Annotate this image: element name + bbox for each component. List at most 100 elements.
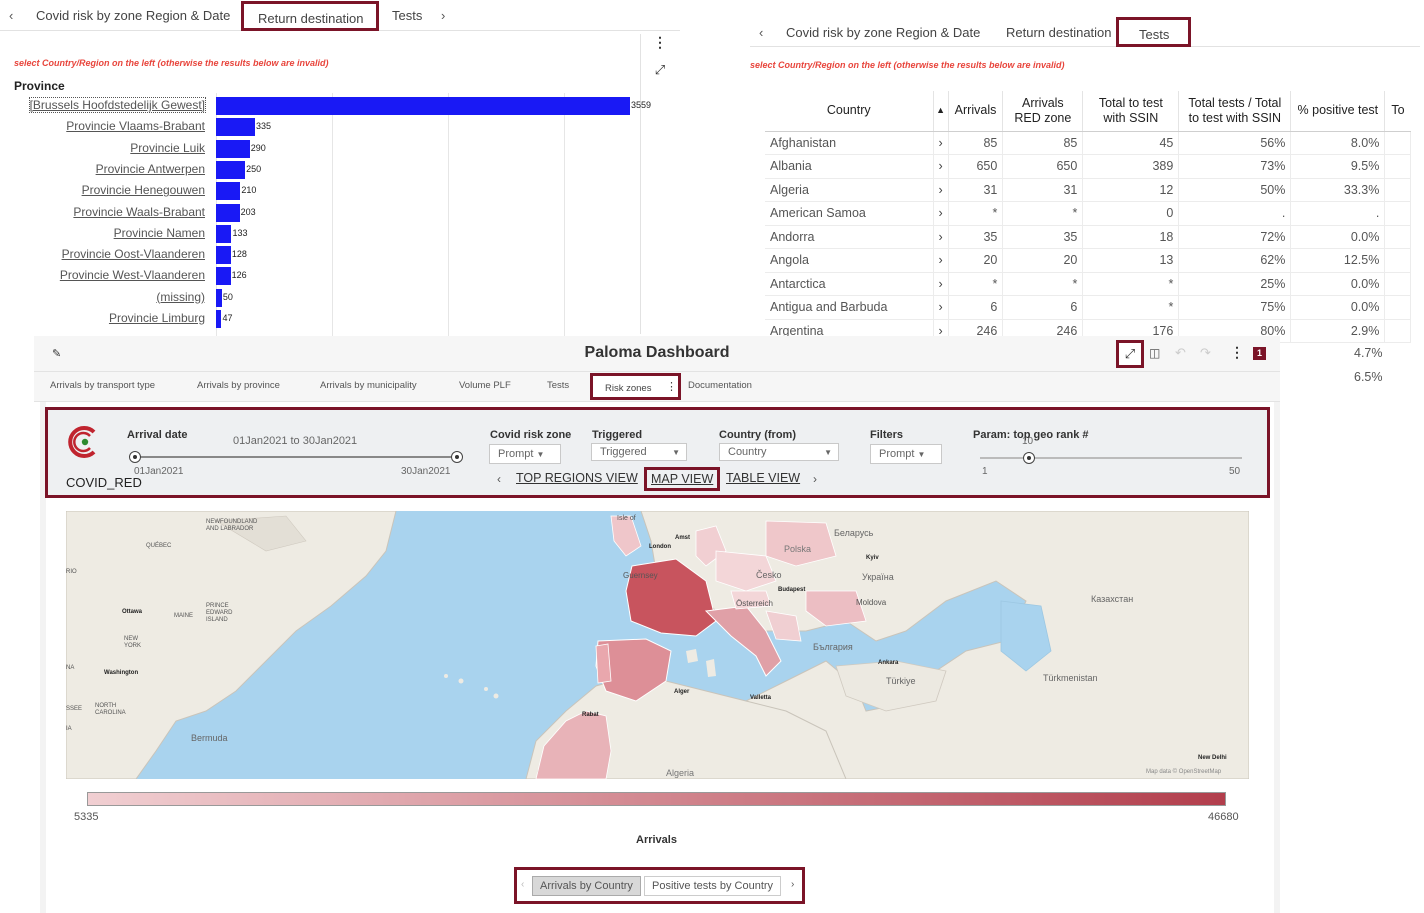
maximize-icon[interactable]: ⤢: [1116, 340, 1144, 368]
more-options-icon[interactable]: ⋮: [651, 34, 669, 56]
bar[interactable]: [216, 139, 250, 158]
tab-documentation[interactable]: Documentation: [688, 380, 752, 391]
btn-positive-tests-by-country[interactable]: Positive tests by Country: [644, 876, 782, 896]
table-row[interactable]: Angola › 20 20 13 62% 12.5%: [765, 248, 1412, 273]
arrivals-red-cell: 31: [1002, 178, 1084, 202]
category-label[interactable]: Provincie Oost-Vlaanderen: [62, 247, 205, 261]
risk-zone-select[interactable]: Prompt ▼: [489, 444, 561, 464]
view-top-regions[interactable]: TOP REGIONS VIEW: [516, 471, 638, 485]
table-row[interactable]: Antigua and Barbuda › 6 6 * 75% 0.0%: [765, 295, 1412, 320]
table-row[interactable]: Antarctica › * * * 25% 0.0%: [765, 272, 1412, 296]
bar[interactable]: [216, 97, 630, 115]
left-tab-tests[interactable]: Tests: [392, 8, 422, 23]
chevron-right-icon[interactable]: ›: [933, 154, 949, 179]
table-row[interactable]: Algeria › 31 31 12 50% 33.3%: [765, 178, 1412, 202]
country-cell: Antarctica: [765, 272, 934, 296]
chevron-right-icon[interactable]: ›: [933, 295, 949, 320]
footer-next-icon[interactable]: ›: [791, 879, 794, 890]
category-label[interactable]: [Brussels Hoofdstedelijk Gewest]: [28, 97, 207, 113]
category-label[interactable]: Provincie Waals-Brabant: [73, 205, 205, 219]
category-label[interactable]: Provincie Luik: [130, 141, 205, 155]
bar[interactable]: [216, 182, 241, 201]
right-tab-covid-risk[interactable]: Covid risk by zone Region & Date: [786, 25, 980, 40]
chevron-right-icon[interactable]: ›: [933, 131, 949, 155]
filters-value: Prompt: [879, 448, 915, 460]
chevron-right-icon[interactable]: ›: [933, 225, 949, 249]
table-row[interactable]: American Samoa › * * 0..: [765, 201, 1412, 226]
panel-toggle-icon[interactable]: ◫: [1149, 346, 1160, 360]
undo-icon[interactable]: ↶: [1175, 345, 1186, 361]
bar[interactable]: [216, 224, 232, 243]
category-label[interactable]: Provincie Limburg: [109, 311, 205, 325]
category-label[interactable]: Provincie Henegouwen: [82, 183, 205, 197]
category-label[interactable]: Provincie Vlaams-Brabant: [66, 119, 205, 133]
bar[interactable]: [216, 267, 231, 286]
col-country[interactable]: Country: [765, 91, 934, 132]
chevron-right-icon[interactable]: ›: [933, 178, 949, 202]
tab-arrivals-province[interactable]: Arrivals by province: [197, 380, 280, 391]
date-slider-end-knob[interactable]: [451, 451, 463, 463]
date-slider-track[interactable]: [135, 456, 457, 458]
notification-badge[interactable]: 1: [1253, 347, 1266, 360]
view-next-icon[interactable]: ›: [813, 472, 817, 486]
sort-asc-icon[interactable]: ▲: [933, 91, 949, 132]
tab-prev-icon[interactable]: ‹: [9, 8, 13, 23]
tab-volume-plf[interactable]: Volume PLF: [459, 380, 511, 391]
chevron-right-icon[interactable]: ›: [933, 272, 949, 296]
map-label: IA: [66, 726, 72, 732]
table-row[interactable]: Afghanistan › 85 85 45 56% 8.0%: [765, 131, 1412, 155]
left-tab-return-destination[interactable]: Return destination: [241, 1, 379, 31]
category-label[interactable]: Provincie Antwerpen: [96, 162, 205, 176]
footer-prev-icon[interactable]: ‹: [521, 879, 524, 890]
param-slider-track[interactable]: [980, 457, 1242, 459]
tab-tests[interactable]: Tests: [547, 380, 569, 391]
tab-next-icon[interactable]: ›: [441, 8, 445, 23]
view-prev-icon[interactable]: ‹: [497, 472, 501, 486]
tab-arrivals-municipality[interactable]: Arrivals by municipality: [320, 380, 417, 391]
left-tab-covid-risk[interactable]: Covid risk by zone Region & Date: [36, 8, 230, 23]
bar[interactable]: [216, 246, 231, 265]
right-tab-prev-icon[interactable]: ‹: [759, 25, 763, 40]
table-row[interactable]: Albania › 650 650 389 73% 9.5%: [765, 154, 1412, 179]
param-slider-knob[interactable]: [1023, 452, 1035, 464]
risk-zone-label: Covid risk zone: [490, 429, 572, 441]
triggered-select[interactable]: Triggered ▼: [591, 443, 687, 461]
bar[interactable]: [216, 118, 255, 137]
country-cell: Albania: [765, 154, 934, 179]
category-label[interactable]: (missing): [156, 290, 205, 304]
btn-arrivals-by-country[interactable]: Arrivals by Country: [532, 876, 641, 896]
chevron-right-icon[interactable]: ›: [933, 248, 949, 273]
col-arrivals-red[interactable]: Arrivals RED zone: [1002, 91, 1084, 132]
right-tab-return-destination[interactable]: Return destination: [1006, 25, 1112, 40]
col-truncated[interactable]: To: [1384, 91, 1411, 132]
bar[interactable]: [216, 288, 222, 307]
grid-line: [564, 93, 565, 338]
risk-map[interactable]: NEWFOUNDLAND AND LABRADOR QUÉBEC RIO Ott…: [66, 511, 1249, 779]
table-row[interactable]: Andorra › 35 35 18 72% 0.0%: [765, 225, 1412, 249]
dashboard-more-icon[interactable]: ⋮: [1230, 344, 1244, 361]
bar[interactable]: [216, 310, 222, 328]
filters-select[interactable]: Prompt ▼: [870, 444, 942, 464]
chevron-right-icon[interactable]: ›: [933, 201, 949, 226]
arrivals-red-cell: 20: [1002, 248, 1084, 273]
bar[interactable]: [216, 160, 246, 179]
redo-icon[interactable]: ↷: [1200, 345, 1211, 361]
tab-arrivals-transport[interactable]: Arrivals by transport type: [50, 380, 155, 391]
tab-risk-zones[interactable]: Risk zones ⋮: [590, 373, 681, 400]
col-positive[interactable]: % positive test: [1290, 91, 1386, 132]
bar-value-label: 47: [222, 313, 233, 323]
category-label[interactable]: Provincie West-Vlaanderen: [60, 268, 205, 282]
col-tests-ratio[interactable]: Total tests / Total to test with SSIN: [1178, 91, 1292, 132]
col-arrivals[interactable]: Arrivals: [948, 91, 1004, 132]
col-total-ssin[interactable]: Total to test with SSIN: [1082, 91, 1180, 132]
bar[interactable]: [216, 203, 240, 222]
view-map[interactable]: MAP VIEW: [644, 467, 720, 491]
country-select[interactable]: Country ▼: [719, 443, 839, 461]
expand-icon[interactable]: ⤢: [651, 62, 669, 80]
right-tab-tests[interactable]: Tests: [1116, 17, 1191, 47]
tab-menu-icon[interactable]: ⋮: [666, 380, 677, 393]
view-table[interactable]: TABLE VIEW: [726, 471, 800, 485]
category-label[interactable]: Provincie Namen: [114, 226, 205, 240]
table-header-row: Country ▲ Arrivals Arrivals RED zone Tot…: [765, 91, 1411, 132]
date-slider-start-knob[interactable]: [129, 451, 141, 463]
